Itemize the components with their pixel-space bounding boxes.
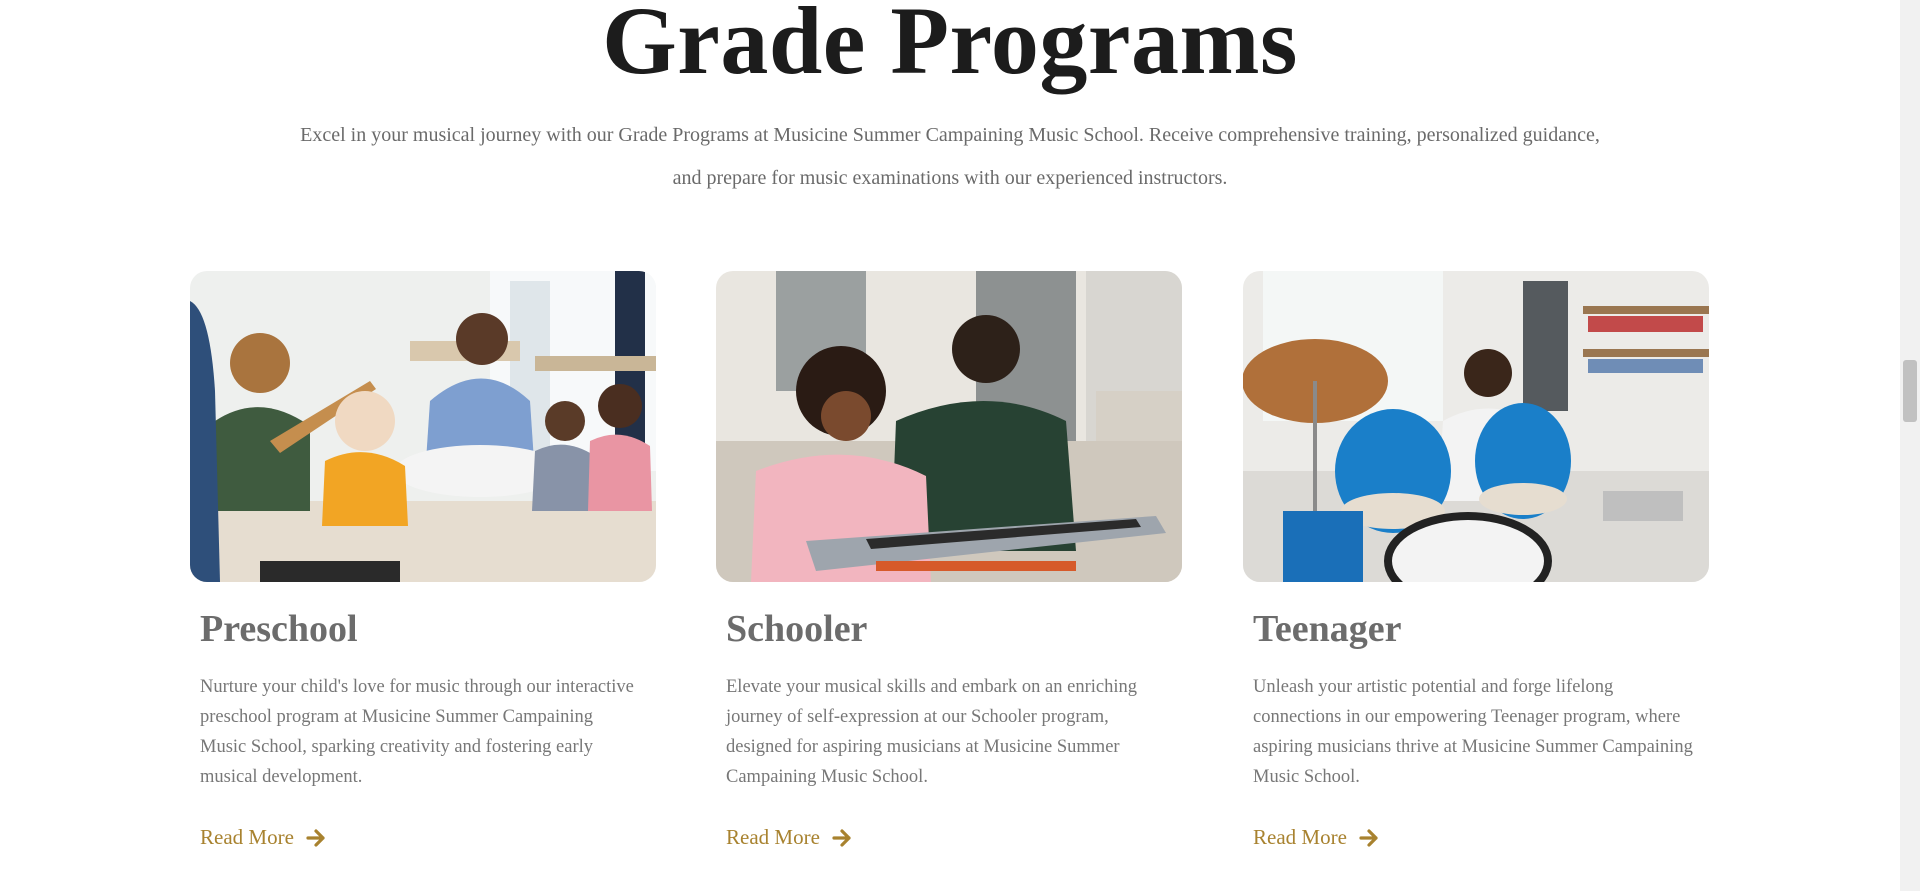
program-title: Schooler — [726, 608, 868, 650]
read-more-link-preschool[interactable]: Read More — [200, 825, 328, 850]
program-image-schooler — [716, 271, 1182, 582]
grade-programs-section: Grade Programs Excel in your musical jou… — [0, 0, 1900, 891]
program-card-schooler: Schooler Elevate your musical skills and… — [716, 271, 1182, 849]
program-description: Elevate your musical skills and embark o… — [726, 677, 1137, 787]
program-title: Teenager — [1253, 608, 1402, 650]
arrow-right-icon — [1359, 828, 1381, 848]
scrollbar-thumb[interactable] — [1903, 360, 1917, 422]
read-more-link-schooler[interactable]: Read More — [726, 825, 854, 850]
program-description: Unleash your artistic potential and forg… — [1253, 677, 1693, 787]
read-more-link-teenager[interactable]: Read More — [1253, 825, 1381, 850]
section-intro: Excel in your musical journey with our G… — [300, 124, 1600, 189]
program-image-teenager — [1243, 271, 1709, 582]
read-more-label: Read More — [200, 825, 294, 849]
program-card-teenager: Teenager Unleash your artistic potential… — [1243, 271, 1709, 849]
program-image-preschool — [190, 271, 656, 582]
vertical-scrollbar[interactable] — [1900, 0, 1920, 891]
arrow-right-icon — [306, 828, 328, 848]
arrow-right-icon — [832, 828, 854, 848]
section-title: Grade Programs — [602, 0, 1298, 94]
program-title: Preschool — [200, 608, 358, 650]
program-description: Nurture your child's love for music thro… — [200, 677, 634, 787]
program-card-preschool: Preschool Nurture your child's love for … — [190, 271, 656, 849]
read-more-label: Read More — [1253, 825, 1347, 849]
read-more-label: Read More — [726, 825, 820, 849]
